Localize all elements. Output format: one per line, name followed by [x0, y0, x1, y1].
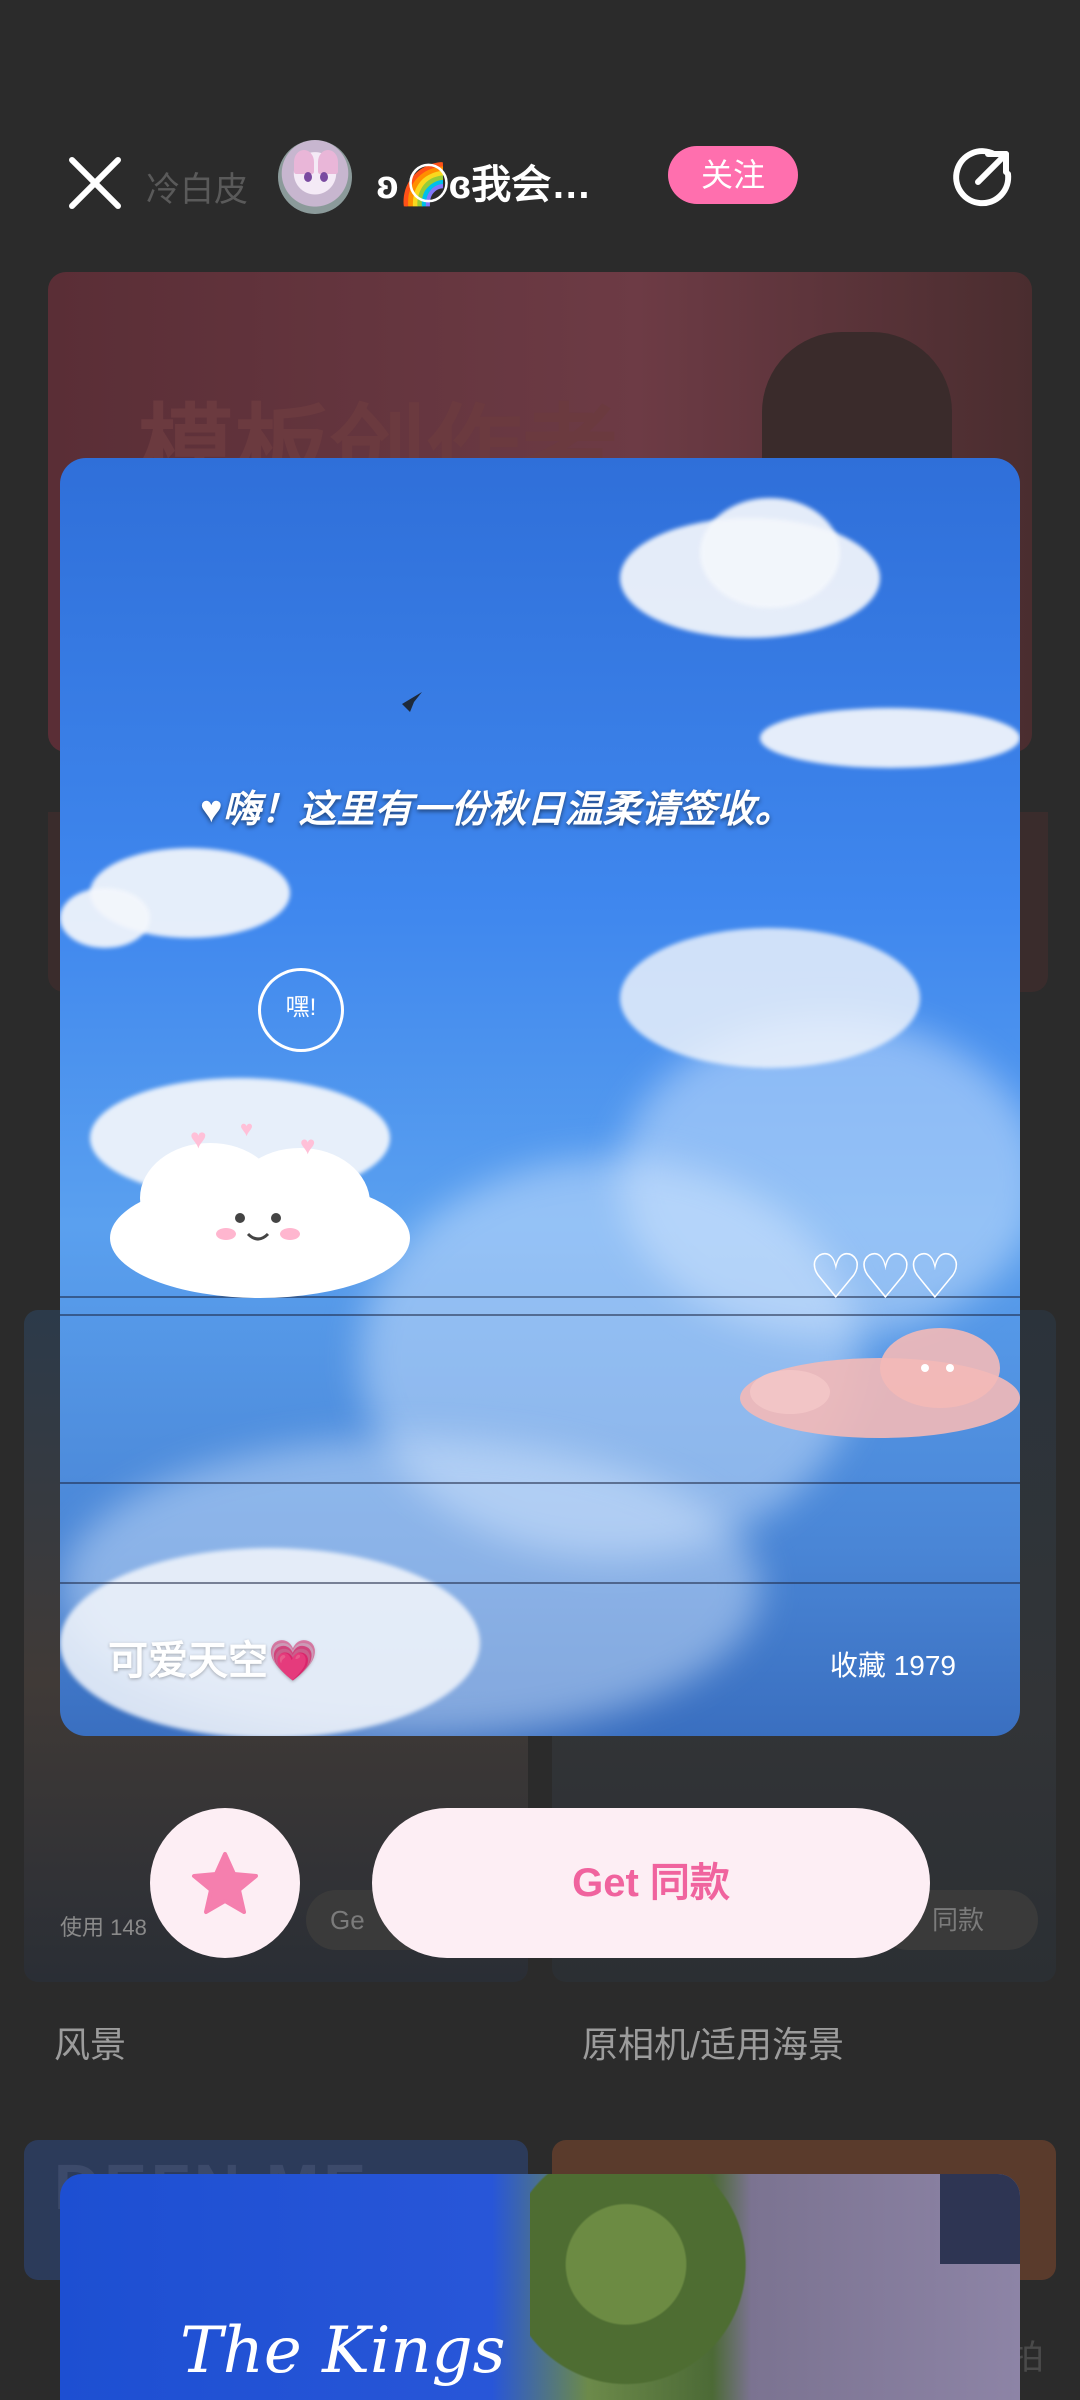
background-card-title-camera: 原相机/适用海景	[582, 2024, 845, 2065]
ivy-decoration	[530, 2174, 770, 2400]
template-title: 可爱天空💗	[108, 1628, 318, 1686]
share-button[interactable]	[950, 144, 1016, 210]
outline-hearts-sticker: ♡♡♡	[808, 1243, 963, 1312]
next-template-text: The Kings	[180, 2314, 506, 2388]
close-button[interactable]	[62, 150, 128, 216]
top-bar: 冷白皮 ʚ🌈⃝ɞ我会… 关注	[0, 100, 1080, 260]
bird-icon	[402, 692, 422, 712]
building-window	[940, 2174, 1020, 2264]
background-author-name: 冷白皮	[146, 171, 248, 209]
next-template-preview[interactable]: The Kings	[60, 2174, 1020, 2400]
favorite-button[interactable]	[150, 1808, 300, 1958]
svg-text:♥: ♥	[240, 1116, 253, 1141]
heart-emoji: 💗	[268, 1639, 318, 1683]
favorites-count: 收藏 1979	[829, 1650, 956, 1681]
get-same-template-button[interactable]: Get 同款	[372, 1808, 930, 1958]
star-icon	[192, 1852, 258, 1914]
template-title-text: 可爱天空	[108, 1639, 268, 1683]
pink-cloud-sticker	[740, 1328, 1020, 1438]
speech-bubble-sticker: 嘿!	[258, 968, 344, 1052]
cute-cloud-sticker: ♥ ♥ ♥	[110, 1116, 410, 1298]
svg-text:♥: ♥	[300, 1130, 315, 1160]
background-usage-count: 使用 148	[60, 1915, 147, 1940]
follow-button[interactable]: 关注	[668, 146, 798, 204]
template-preview[interactable]: ♥嗨！这里有一份秋日温柔请签收。 嘿! ♥ ♥ ♥ ♡♡♡ 可爱天空💗 收藏 1…	[60, 458, 1020, 1736]
svg-text:♥: ♥	[190, 1123, 207, 1154]
author-name[interactable]: ʚ🌈⃝ɞ我会…	[376, 152, 591, 210]
preview-quote: ♥嗨！这里有一份秋日温柔请签收。	[200, 789, 793, 831]
share-icon	[953, 148, 1012, 207]
avatar[interactable]	[278, 140, 352, 214]
close-icon	[69, 157, 121, 209]
background-card-title-scenery: 风景	[54, 2024, 127, 2065]
